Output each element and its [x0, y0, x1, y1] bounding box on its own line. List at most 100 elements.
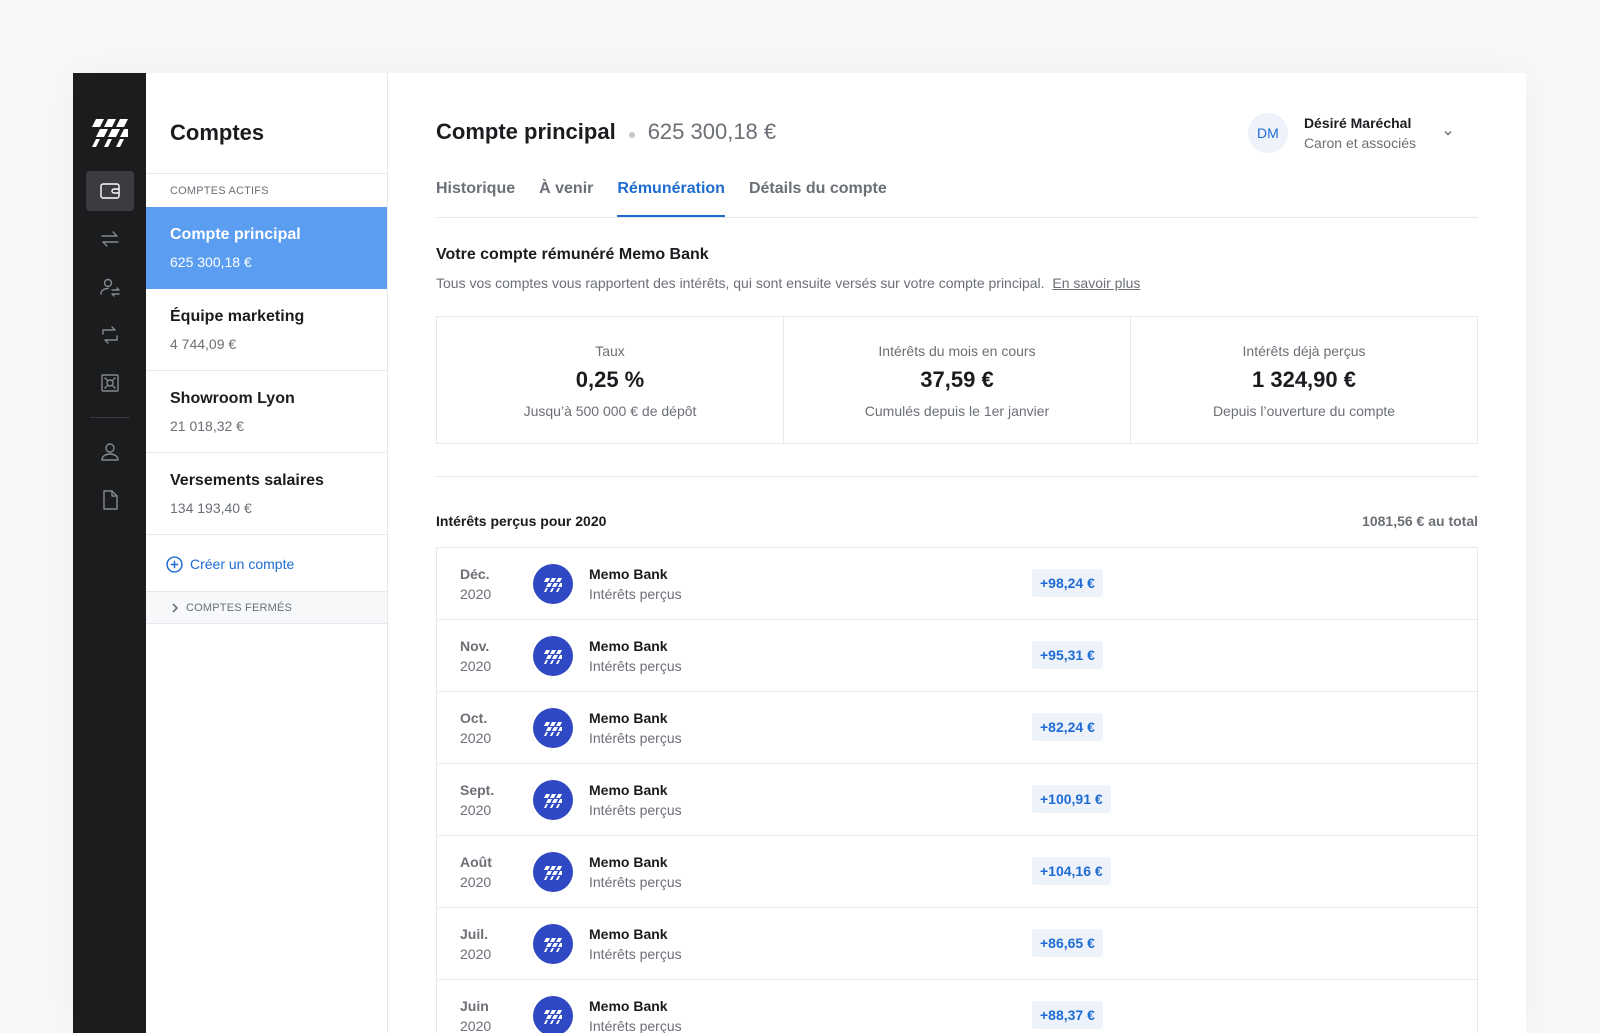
avatar: DM [1247, 113, 1288, 153]
row-date: Nov. 2020 [437, 636, 533, 676]
safe-icon [100, 374, 119, 392]
row-month: Oct. [460, 709, 488, 726]
row-party: Memo Bank Intérêts perçus [589, 782, 682, 818]
row-description: Intérêts perçus [589, 873, 682, 890]
create-account-button[interactable]: Créer un compte [146, 535, 387, 592]
stat-value: 37,59 € [920, 367, 994, 392]
list-item[interactable]: Nov. 2020 Memo Bank Intérêts perçus +95,… [437, 620, 1477, 692]
account-item-compte-principal[interactable]: Compte principal 625 300,18 € [146, 207, 387, 289]
app-window: Comptes COMPTES ACTIFS Compte principal … [73, 73, 1526, 1033]
stat-value: 1 324,90 € [1252, 367, 1356, 392]
list-item[interactable]: Août 2020 Memo Bank Intérêts perçus +104… [437, 836, 1477, 908]
main-content: Compte principal 625 300,18 € DM Désiré … [388, 73, 1526, 1033]
separator-dot [628, 132, 635, 138]
list-item[interactable]: Déc. 2020 Memo Bank Intérêts perçus +98,… [437, 548, 1477, 620]
row-description: Intérêts perçus [589, 657, 682, 674]
row-party: Memo Bank Intérêts perçus [589, 638, 682, 674]
accounts-panel: Comptes COMPTES ACTIFS Compte principal … [146, 73, 388, 1033]
memo-bank-logo-icon [533, 635, 573, 676]
nav-documents[interactable] [86, 480, 134, 520]
row-party-name: Memo Bank [589, 637, 668, 654]
row-date: Juil. 2020 [437, 924, 533, 964]
interest-list-header: Intérêts perçus pour 2020 1081,56 € au t… [436, 513, 1478, 547]
rail-divider [89, 417, 130, 418]
user-company: Caron et associés [1303, 135, 1416, 151]
transfer-icon [100, 231, 119, 247]
row-year: 2020 [460, 729, 492, 746]
tab-remuneration[interactable]: Rémunération [617, 170, 725, 217]
interest-list-title: Intérêts perçus pour 2020 [436, 513, 607, 529]
section-title: Votre compte rémunéré Memo Bank [436, 246, 709, 263]
row-amount-badge: +95,31 € [1032, 641, 1103, 669]
row-year: 2020 [460, 1017, 492, 1033]
row-year: 2020 [460, 873, 492, 890]
row-party-name: Memo Bank [589, 997, 668, 1014]
accounts-title: Comptes [146, 73, 387, 174]
memo-bank-logo[interactable] [90, 111, 130, 151]
row-date: Juin 2020 [437, 996, 533, 1033]
list-item[interactable]: Juil. 2020 Memo Bank Intérêts perçus +86… [437, 908, 1477, 980]
user-icon [100, 443, 119, 461]
list-item[interactable]: Sept. 2020 Memo Bank Intérêts perçus +10… [437, 764, 1477, 836]
interest-list-total: 1081,56 € au total [1362, 513, 1478, 529]
row-party: Memo Bank Intérêts perçus [589, 710, 682, 746]
row-year: 2020 [460, 585, 492, 602]
nav-beneficiaries[interactable] [86, 267, 134, 307]
list-item[interactable]: Oct. 2020 Memo Bank Intérêts perçus +82,… [437, 692, 1477, 764]
nav-recurring[interactable] [86, 315, 134, 355]
memo-bank-logo-icon [533, 563, 573, 604]
stat-received: Intérêts déjà perçus 1 324,90 € Depuis l… [1131, 317, 1477, 443]
stat-label: Intérêts déjà perçus [1242, 343, 1366, 359]
row-date: Sept. 2020 [437, 780, 533, 820]
memo-bank-logo-icon [533, 923, 573, 964]
account-balance: 4 744,09 € [170, 336, 237, 352]
page-title: Compte principal [436, 119, 616, 144]
closed-accounts-toggle[interactable]: COMPTES FERMÉS [146, 592, 387, 624]
row-description: Intérêts perçus [589, 729, 682, 746]
row-amount-badge: +104,16 € [1032, 857, 1111, 885]
row-party-name: Memo Bank [589, 925, 668, 942]
row-year: 2020 [460, 945, 492, 962]
tab-details-du-compte[interactable]: Détails du compte [749, 170, 887, 217]
row-month: Août [460, 853, 492, 870]
plus-circle-icon [166, 556, 183, 573]
row-amount-badge: +88,37 € [1032, 1001, 1103, 1029]
create-account-label: Créer un compte [190, 556, 295, 572]
nav-safe[interactable] [86, 363, 134, 403]
row-year: 2020 [460, 801, 492, 818]
learn-more-link[interactable]: En savoir plus [1052, 275, 1140, 291]
memo-bank-logo-icon [533, 707, 573, 748]
account-item-equipe-marketing[interactable]: Équipe marketing 4 744,09 € [146, 289, 387, 371]
stat-subtitle: Cumulés depuis le 1er janvier [864, 403, 1050, 419]
account-item-showroom-lyon[interactable]: Showroom Lyon 21 018,32 € [146, 371, 387, 453]
account-name: Versements salaires [170, 472, 324, 489]
tab-a-venir[interactable]: À venir [539, 170, 593, 217]
account-item-versements-salaires[interactable]: Versements salaires 134 193,40 € [146, 453, 387, 535]
user-menu[interactable]: DM Désiré Maréchal Caron et associés [1247, 113, 1454, 153]
account-balance: 21 018,32 € [170, 418, 244, 434]
row-description: Intérêts perçus [589, 945, 682, 962]
account-balance: 134 193,40 € [170, 500, 252, 516]
row-month: Sept. [460, 781, 495, 798]
row-description: Intérêts perçus [589, 801, 682, 818]
row-year: 2020 [460, 657, 492, 674]
row-description: Intérêts perçus [589, 1017, 682, 1033]
user-name: Désiré Maréchal [1303, 115, 1412, 131]
stat-rate: Taux 0,25 % Jusqu’à 500 000 € de dépôt [437, 317, 784, 443]
row-party-name: Memo Bank [589, 565, 668, 582]
row-date: Déc. 2020 [437, 564, 533, 604]
list-item[interactable]: Juin 2020 Memo Bank Intérêts perçus +88,… [437, 980, 1477, 1033]
row-party: Memo Bank Intérêts perçus [589, 998, 682, 1033]
nav-profile[interactable] [86, 432, 134, 472]
tab-historique[interactable]: Historique [436, 170, 515, 217]
nav-accounts[interactable] [85, 171, 134, 211]
chevron-right-icon [172, 603, 179, 613]
description-text: Tous vos comptes vous rapportent des int… [436, 275, 1045, 291]
row-party: Memo Bank Intérêts perçus [589, 926, 682, 962]
interest-list: Déc. 2020 Memo Bank Intérêts perçus +98,… [436, 547, 1478, 1033]
nav-transfers[interactable] [86, 219, 134, 259]
interest-stats: Taux 0,25 % Jusqu’à 500 000 € de dépôt I… [436, 316, 1478, 444]
account-name: Équipe marketing [170, 308, 305, 325]
row-month: Juil. [460, 925, 489, 942]
row-party-name: Memo Bank [589, 781, 668, 798]
